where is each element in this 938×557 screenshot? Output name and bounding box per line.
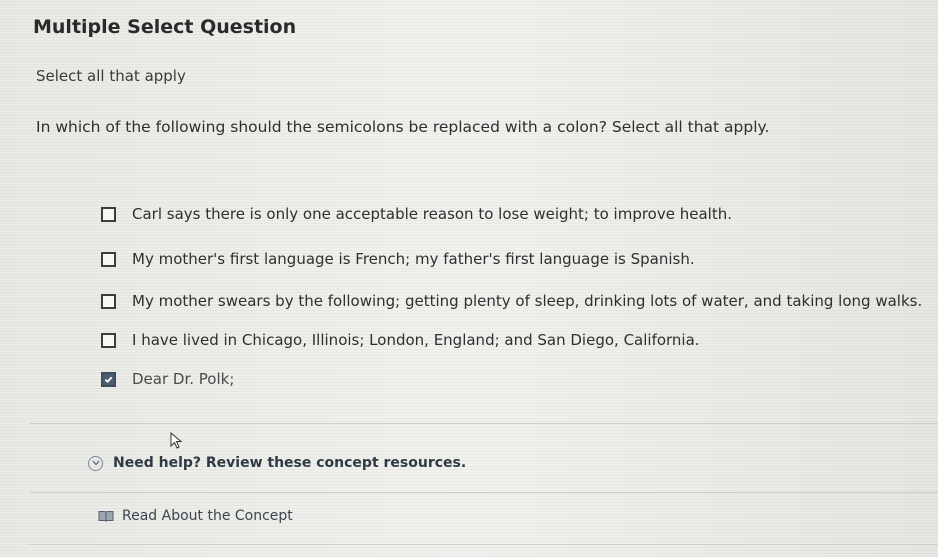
choice-option-2[interactable]: My mother's first language is French; my… <box>101 250 695 268</box>
choice-label-4: I have lived in Chicago, Illinois; Londo… <box>132 331 700 349</box>
checkbox-3[interactable] <box>101 293 116 309</box>
choice-option-5[interactable]: Dear Dr. Polk; <box>101 370 234 388</box>
instructions-text: Select all that apply <box>36 67 186 85</box>
mouse-cursor-icon <box>170 432 183 449</box>
checkbox-4[interactable] <box>101 332 116 348</box>
book-icon <box>98 511 114 522</box>
section-divider <box>30 423 938 424</box>
choice-option-4[interactable]: I have lived in Chicago, Illinois; Londo… <box>101 331 700 349</box>
concept-link-label: Read About the Concept <box>122 508 293 524</box>
question-prompt: In which of the following should the sem… <box>36 118 770 136</box>
page-title: Multiple Select Question <box>33 16 297 38</box>
checkbox-5[interactable] <box>101 371 116 387</box>
chevron-down-circle-icon <box>88 455 103 471</box>
help-label: Need help? Review these concept resource… <box>113 455 467 471</box>
choice-label-1: Carl says there is only one acceptable r… <box>132 205 732 223</box>
choice-label-2: My mother's first language is French; my… <box>132 250 695 268</box>
choice-option-1[interactable]: Carl says there is only one acceptable r… <box>101 205 732 223</box>
read-concept-link[interactable]: Read About the Concept <box>98 508 293 524</box>
help-resources-toggle[interactable]: Need help? Review these concept resource… <box>88 455 466 471</box>
choice-option-3[interactable]: My mother swears by the following; getti… <box>101 292 922 310</box>
section-divider <box>30 492 938 493</box>
checkmark-icon <box>104 376 113 383</box>
choice-label-5: Dear Dr. Polk; <box>132 370 235 388</box>
section-divider <box>30 544 938 545</box>
checkbox-2[interactable] <box>101 251 116 267</box>
choice-label-3: My mother swears by the following; getti… <box>132 292 923 310</box>
checkbox-1[interactable] <box>101 206 116 222</box>
